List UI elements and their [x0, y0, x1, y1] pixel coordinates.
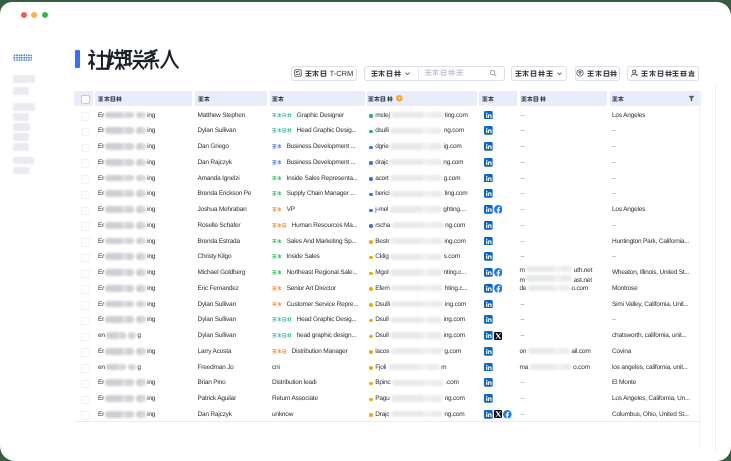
svg-text:?: ? [398, 96, 401, 101]
